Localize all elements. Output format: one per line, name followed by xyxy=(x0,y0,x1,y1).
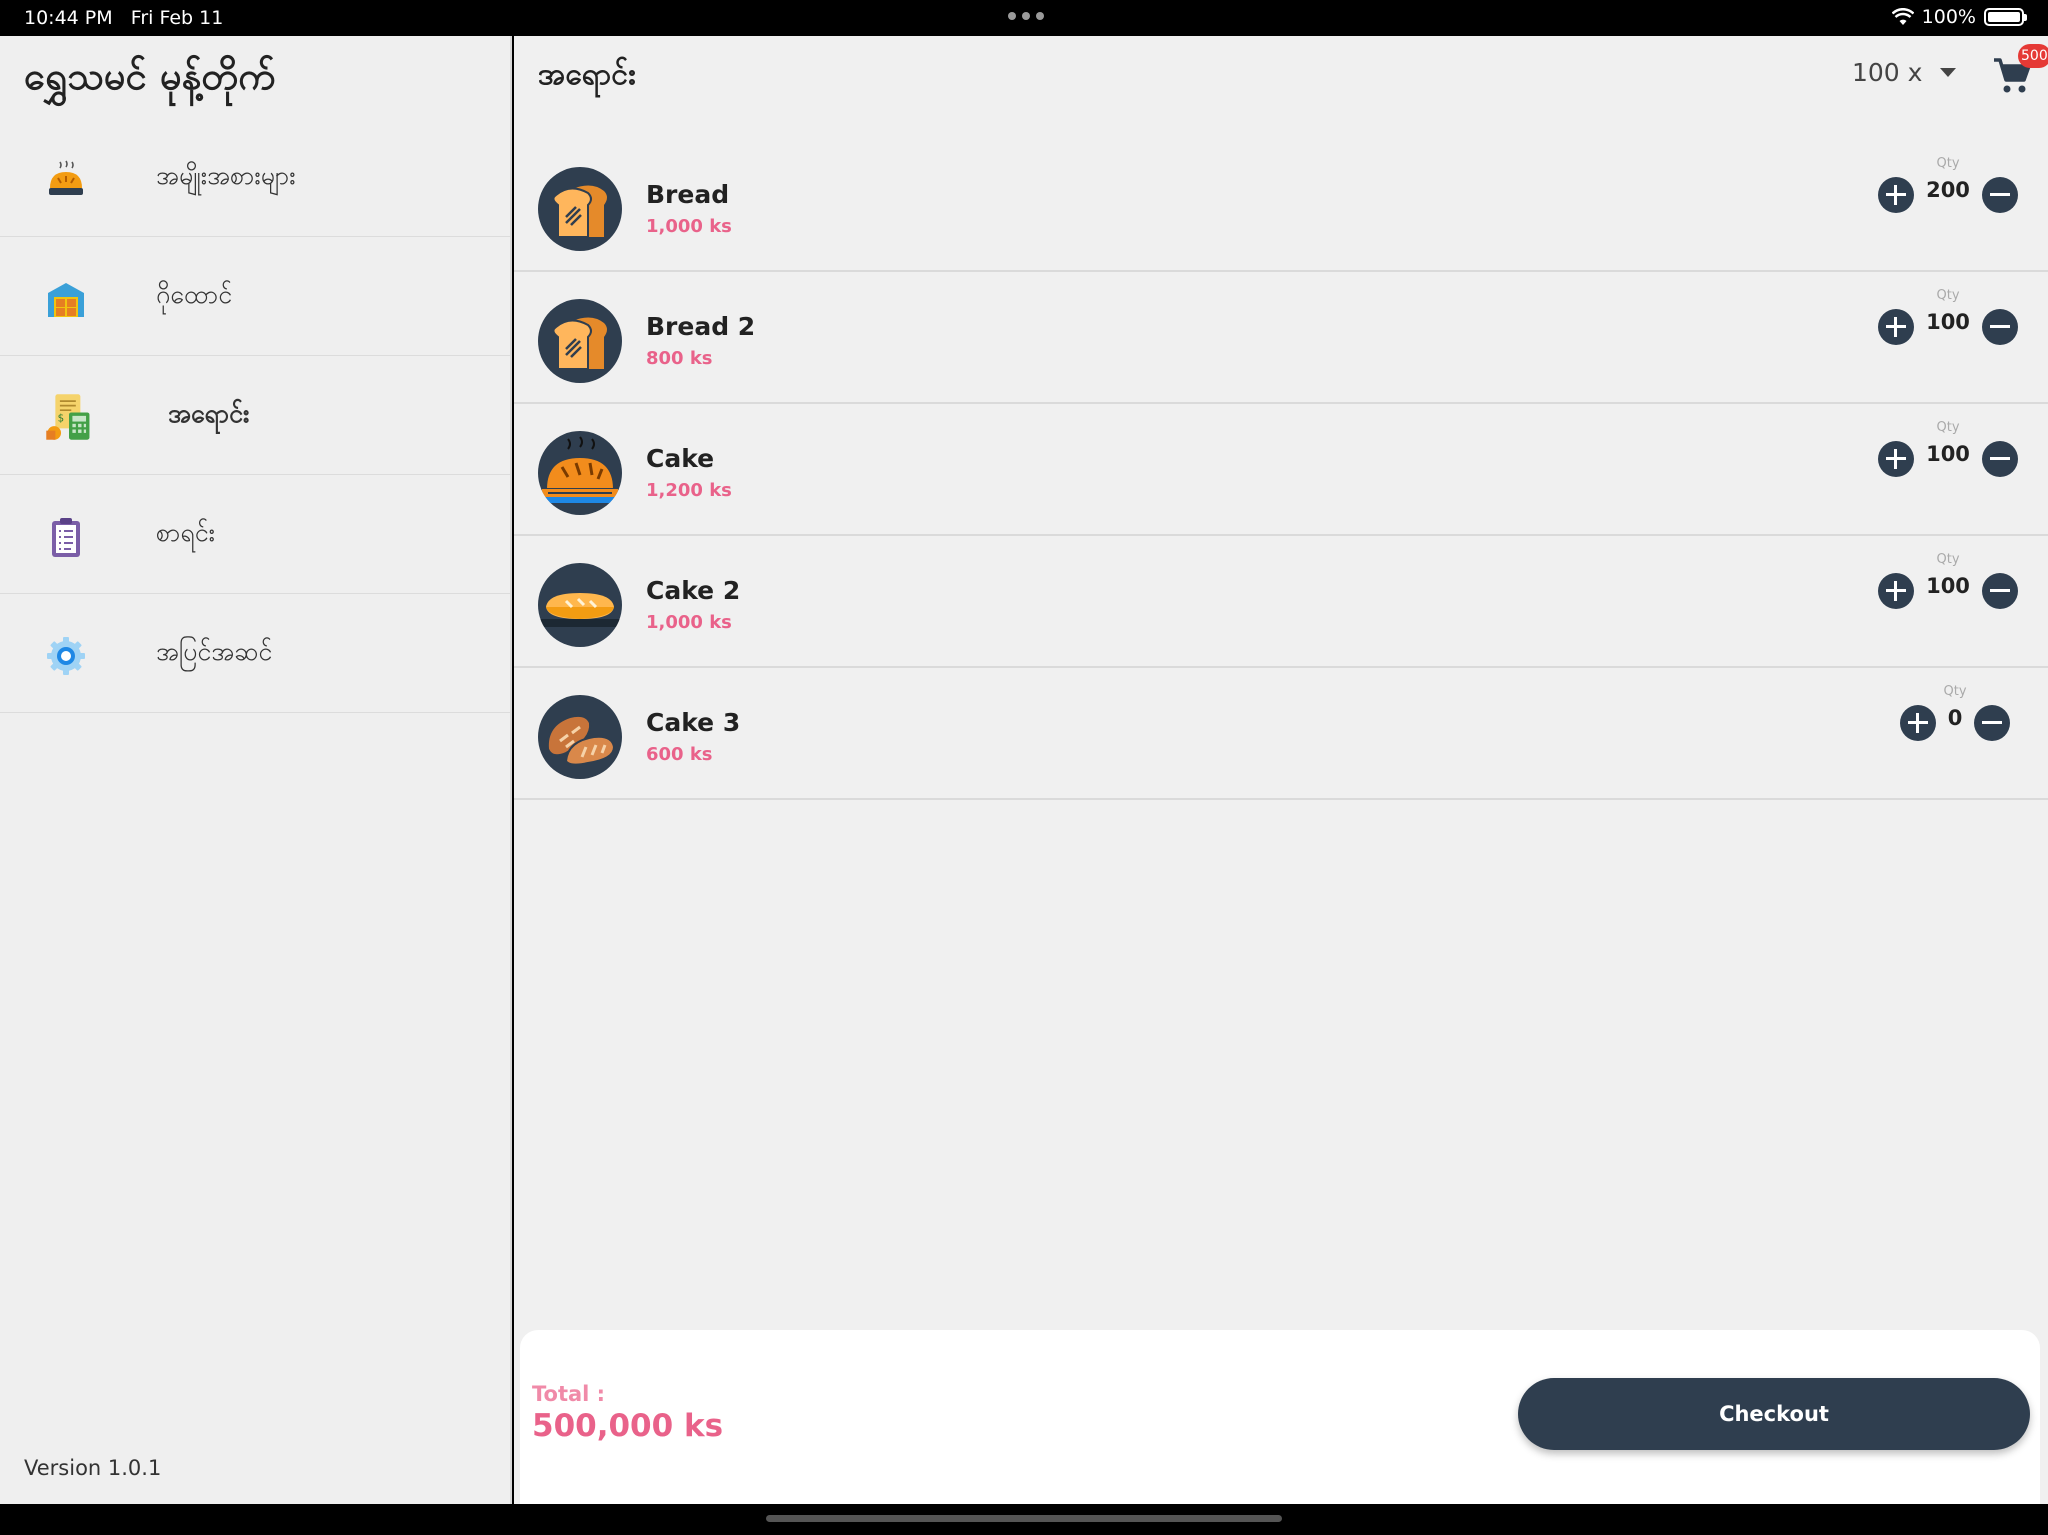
baked-loaf-icon xyxy=(538,431,622,515)
battery-percent: 100% xyxy=(1921,6,1976,28)
multiplier-value: 100 x xyxy=(1852,58,1923,87)
status-bar: 10:44 PM Fri Feb 11 100% xyxy=(0,0,2048,36)
baguette-icon xyxy=(538,563,622,647)
app-title: ရွှေသမင် မုန့်တိုက် xyxy=(24,54,276,98)
quantity-stepper: Qty 100 xyxy=(1878,552,2018,622)
sidebar-item-categories[interactable]: အမျိုးအစားများ xyxy=(0,118,510,237)
sales-panel: အရောင်း 100 x 500 Bread 1,000 ks Qty 200… xyxy=(514,36,2048,1504)
total-value: 500,000 ks xyxy=(532,1408,724,1444)
product-row: Bread 1,000 ks Qty 200 xyxy=(514,140,2048,272)
page-title: အရောင်း xyxy=(538,57,636,92)
settings-gear-icon xyxy=(47,637,85,675)
checkout-footer: Total : 500,000 ks Checkout xyxy=(520,1330,2040,1504)
product-name: Bread 2 xyxy=(646,312,756,341)
sidebar-item-warehouse[interactable]: ဂိုထောင် xyxy=(0,237,510,356)
product-name: Cake 2 xyxy=(646,576,741,605)
sidebar-menu: အမျိုးအစားများ ဂိုထောင် $ အရောင်း စာရင်း… xyxy=(0,118,510,713)
product-price: 1,200 ks xyxy=(646,480,732,501)
battery-icon xyxy=(1984,8,2027,26)
quantity-stepper: Qty 100 xyxy=(1878,288,2018,358)
quantity-stepper: Qty 0 xyxy=(1900,684,2010,754)
total-label: Total : xyxy=(532,1382,606,1406)
minus-icon[interactable] xyxy=(1974,705,2010,741)
product-price: 1,000 ks xyxy=(646,612,732,633)
home-indicator[interactable] xyxy=(766,1515,1282,1522)
multitask-dots-icon[interactable] xyxy=(1008,12,1044,20)
warehouse-icon xyxy=(48,283,84,317)
product-price: 800 ks xyxy=(646,348,713,369)
sidebar-item-label: စာရင်း xyxy=(156,518,215,547)
product-price: 1,000 ks xyxy=(646,216,732,237)
version-text: Version 1.0.1 xyxy=(24,1456,162,1480)
quantity-stepper: Qty 100 xyxy=(1878,420,2018,490)
cart-badge: 500 xyxy=(2018,44,2048,68)
sidebar: ရွှေသမင် မုန့်တိုက် အမျိုးအစားများ ဂိုထေ… xyxy=(0,36,512,1504)
svg-text:$: $ xyxy=(58,414,65,425)
product-row: Cake 3 600 ks Qty 0 xyxy=(514,668,2048,800)
multiplier-dropdown[interactable]: 100 x xyxy=(1852,58,1957,87)
product-name: Cake 3 xyxy=(646,708,741,737)
qty-label: Qty xyxy=(1943,684,1967,699)
product-row: Cake 1,200 ks Qty 100 xyxy=(514,404,2048,536)
sidebar-item-sales[interactable]: $ အရောင်း xyxy=(0,356,510,475)
qty-label: Qty xyxy=(1936,156,1960,171)
chevron-down-icon xyxy=(1940,68,1957,77)
sidebar-item-label: အပြင်အဆင် xyxy=(156,637,273,666)
product-name: Cake xyxy=(646,444,715,473)
status-time: 10:44 PM Fri Feb 11 xyxy=(24,7,224,29)
product-price: 600 ks xyxy=(646,744,713,765)
qty-label: Qty xyxy=(1936,288,1960,303)
bread-rolls-icon xyxy=(538,695,622,779)
bakery-icon xyxy=(49,160,83,195)
sidebar-item-records[interactable]: စာရင်း xyxy=(0,475,510,594)
sidebar-item-label: အရောင်း xyxy=(168,399,250,428)
quantity-stepper: Qty 200 xyxy=(1878,156,2018,226)
product-name: Bread xyxy=(646,180,730,209)
product-row: Cake 2 1,000 ks Qty 100 xyxy=(514,536,2048,668)
qty-label: Qty xyxy=(1936,552,1960,567)
qty-label: Qty xyxy=(1936,420,1960,435)
toast-bread-icon xyxy=(538,167,622,251)
sidebar-item-label: အမျိုးအစားများ xyxy=(156,161,296,190)
minus-icon[interactable] xyxy=(1982,177,2018,213)
minus-icon[interactable] xyxy=(1982,309,2018,345)
wifi-icon xyxy=(1891,8,1914,25)
checkout-button[interactable]: Checkout xyxy=(1518,1378,2030,1450)
toast-bread-icon xyxy=(538,299,622,383)
minus-icon[interactable] xyxy=(1982,573,2018,609)
sales-calculator-icon: $ xyxy=(46,394,90,440)
clipboard-icon xyxy=(52,518,80,557)
sidebar-item-label: ဂိုထောင် xyxy=(156,280,233,309)
sidebar-item-settings[interactable]: အပြင်အဆင် xyxy=(0,594,510,713)
product-row: Bread 2 800 ks Qty 100 xyxy=(514,272,2048,404)
minus-icon[interactable] xyxy=(1982,441,2018,477)
product-list: Bread 1,000 ks Qty 200 Bread 2 800 ks Qt… xyxy=(514,140,2048,800)
